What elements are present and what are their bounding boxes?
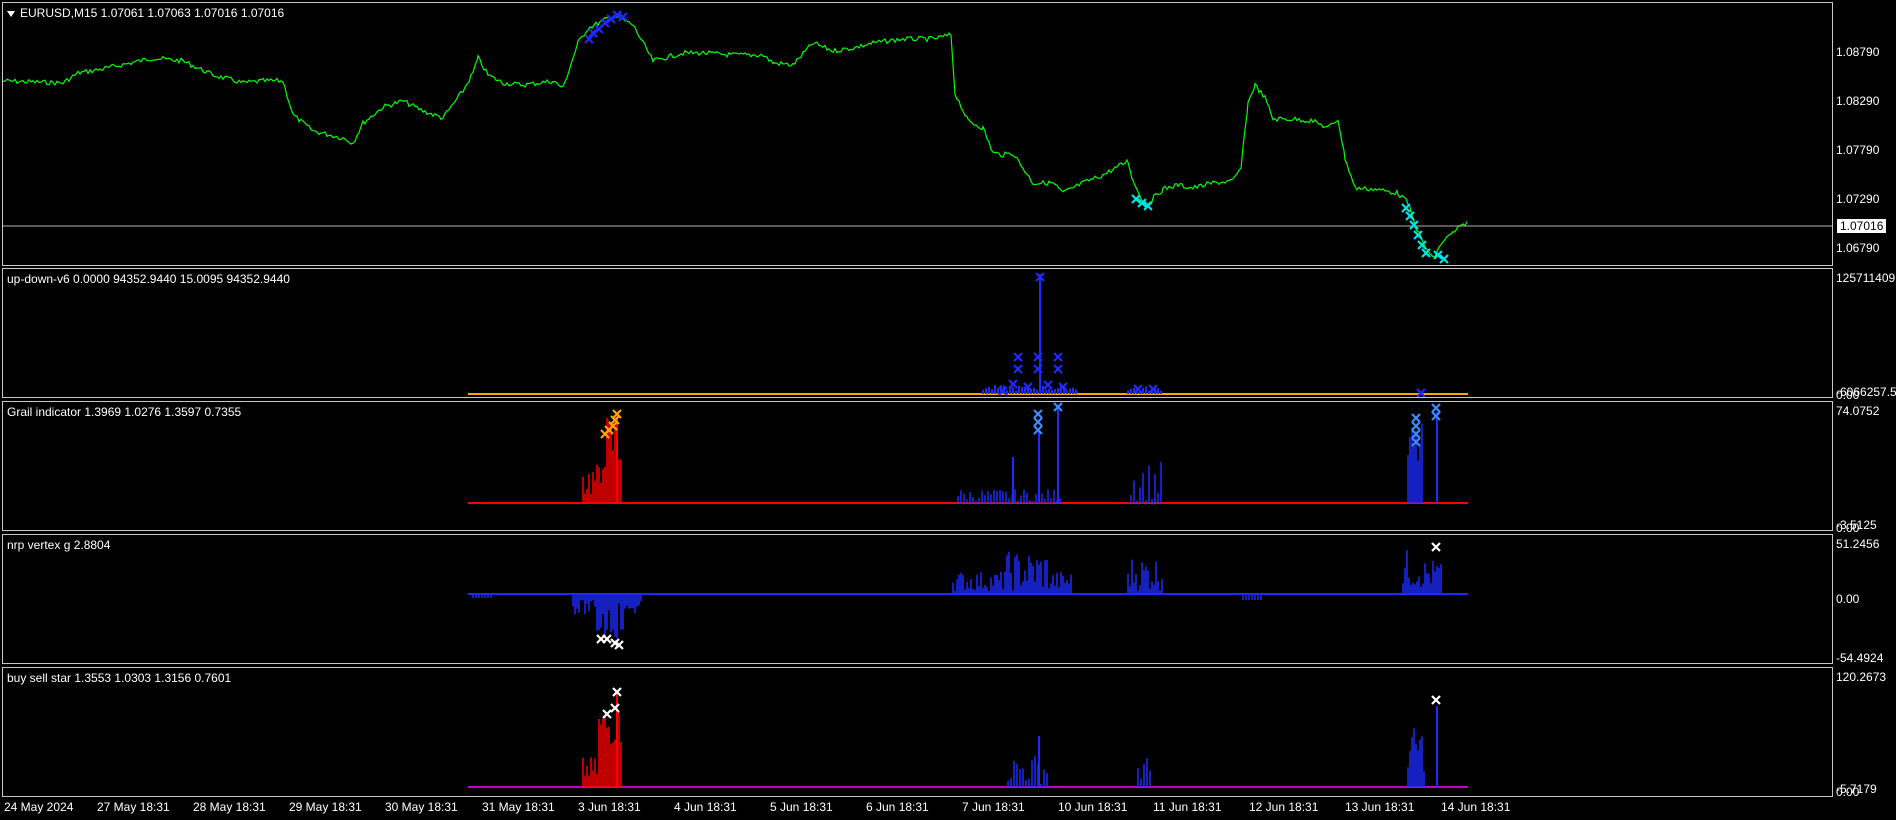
- time-axis-label: 3 Jun 18:31: [578, 800, 641, 814]
- price-line: [3, 14, 1468, 258]
- time-axis-label: 10 Jun 18:31: [1058, 800, 1128, 814]
- time-axis-label: 11 Jun 18:31: [1153, 800, 1222, 814]
- nrp-vertex-pane[interactable]: nrp vertex g 2.8804: [2, 534, 1833, 664]
- up-down-tick: 0.00: [1836, 388, 1860, 402]
- price-tick: 1.08290: [1836, 94, 1880, 108]
- nrp-marker: [1431, 542, 1441, 552]
- price-tick: 1.07790: [1836, 143, 1880, 157]
- buy-sell-star-title: buy sell star 1.3553 1.0303 1.3156 0.760…: [7, 671, 232, 685]
- buy-sell-star-tick: 0.00: [1836, 785, 1860, 799]
- up-down-tick: 125711409: [1836, 271, 1896, 285]
- buy-sell-star-svg: [468, 687, 1468, 788]
- grail-blue-marker: [1033, 417, 1043, 427]
- nrp-marker: [602, 634, 612, 644]
- price-chart-svg: [3, 10, 1832, 264]
- buy-sell-star-pane[interactable]: buy sell star 1.3553 1.0303 1.3156 0.760…: [2, 667, 1833, 797]
- nrp-vertex-title: nrp vertex g 2.8804: [7, 538, 111, 552]
- time-axis-label: 4 Jun 18:31: [674, 800, 737, 814]
- up-down-svg: [468, 272, 1468, 397]
- buy-sell-marker: [1431, 695, 1441, 705]
- up-down-marker: [1043, 380, 1053, 390]
- buy-sell-star-tick: 120.2673: [1836, 670, 1887, 684]
- buy-marker: [1401, 203, 1411, 213]
- time-axis-label: 31 May 18:31: [482, 800, 555, 814]
- buy-sell-marker: [602, 709, 612, 719]
- time-axis-label: 5 Jun 18:31: [770, 800, 833, 814]
- symbol-menu-arrow-icon[interactable]: [7, 10, 15, 17]
- price-tick: 1.06790: [1836, 241, 1880, 255]
- nrp-vertex-tick: -54.4924: [1836, 651, 1884, 665]
- up-down-marker: [1053, 364, 1063, 374]
- grail-tick: 0.00: [1836, 521, 1860, 535]
- nrp-vertex-tick: 51.2456: [1836, 537, 1880, 551]
- price-chart-pane[interactable]: EURUSD,M15 1.07061 1.07063 1.07016 1.070…: [2, 2, 1833, 266]
- time-axis-label: 24 May 2024: [4, 800, 74, 814]
- time-axis-label: 12 Jun 18:31: [1249, 800, 1319, 814]
- current-price-label: 1.07016: [1836, 218, 1888, 234]
- up-down-pane[interactable]: up-down-v6 0.0000 94352.9440 15.0095 943…: [2, 268, 1833, 398]
- price-tick: 1.08790: [1836, 45, 1880, 59]
- time-axis-label: 27 May 18:31: [97, 800, 170, 814]
- grail-blue-marker: [1431, 403, 1441, 413]
- up-down-marker: [1013, 364, 1023, 374]
- up-down-marker: [1008, 379, 1018, 389]
- nrp-vertex-tick: 0.00: [1836, 592, 1860, 606]
- time-axis-label: 7 Jun 18:31: [962, 800, 1025, 814]
- time-axis-label: 29 May 18:31: [289, 800, 362, 814]
- grail-blue-marker: [1411, 421, 1421, 431]
- grail-blue-marker: [1411, 413, 1421, 423]
- time-axis-label: 28 May 18:31: [193, 800, 266, 814]
- time-axis-label: 13 Jun 18:31: [1345, 800, 1415, 814]
- time-axis-label: 6 Jun 18:31: [866, 800, 929, 814]
- grail-svg: [468, 402, 1468, 504]
- grail-tick: 74.0752: [1836, 404, 1880, 418]
- grail-pane[interactable]: Grail indicator 1.3969 1.0276 1.3597 0.7…: [2, 401, 1833, 531]
- grail-blue-marker: [1033, 409, 1043, 419]
- grail-title: Grail indicator 1.3969 1.0276 1.3597 0.7…: [7, 405, 242, 419]
- symbol-title: EURUSD,M15 1.07061 1.07063 1.07016 1.070…: [20, 6, 285, 20]
- nrp-vertex-svg: [468, 542, 1468, 650]
- time-axis-label: 14 Jun 18:31: [1441, 800, 1511, 814]
- time-axis-label: 30 May 18:31: [385, 800, 458, 814]
- price-tick: 1.07290: [1836, 192, 1880, 206]
- up-down-marker: [1013, 352, 1023, 362]
- up-down-title: up-down-v6 0.0000 94352.9440 15.0095 943…: [7, 272, 290, 286]
- price-chart-title: EURUSD,M15 1.07061 1.07063 1.07016 1.070…: [7, 6, 284, 20]
- buy-marker: [1413, 230, 1423, 240]
- up-down-marker: [1053, 352, 1063, 362]
